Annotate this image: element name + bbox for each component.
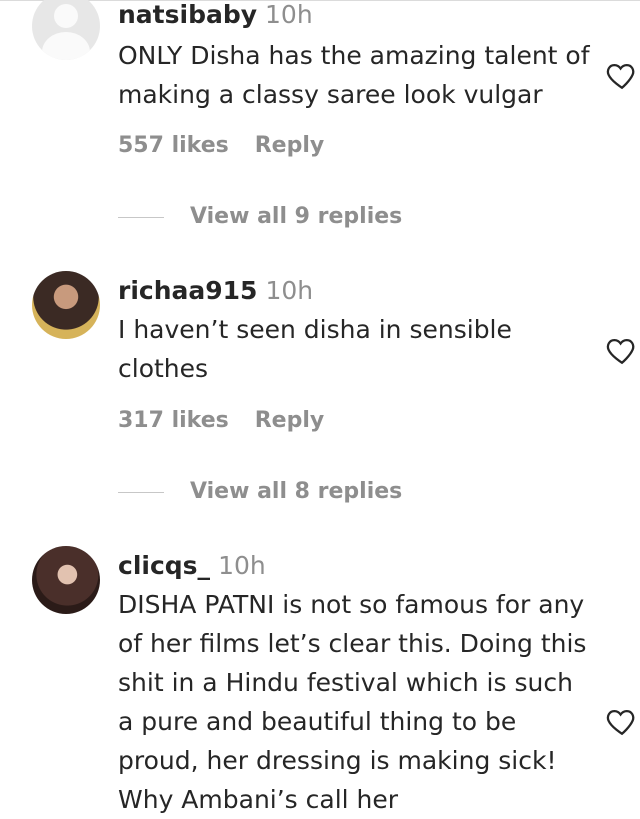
avatar-placeholder-head <box>54 4 78 28</box>
like-heart-icon[interactable] <box>605 704 639 738</box>
username[interactable]: natsibaby <box>118 0 257 29</box>
like-count[interactable]: 317 likes <box>118 407 229 435</box>
comment-header: natsibaby 10h <box>118 0 313 30</box>
replies-dash <box>118 491 164 493</box>
comment-text: DISHA PATNI is not so famous for any of … <box>118 590 587 814</box>
like-count[interactable]: 557 likes <box>118 132 229 160</box>
timestamp: 10h <box>265 0 313 29</box>
like-heart-icon[interactable] <box>605 333 639 367</box>
comment-actions: 557 likes Reply <box>118 132 324 160</box>
comment-text: I haven’t seen disha in sensible clothes <box>118 315 512 383</box>
comment-header: clicqs_ 10h <box>118 551 266 581</box>
view-replies-button[interactable]: View all 8 replies <box>118 479 402 507</box>
reply-button[interactable]: Reply <box>255 407 325 435</box>
reply-button[interactable]: Reply <box>255 132 325 160</box>
username[interactable]: richaa915 <box>118 276 257 305</box>
username[interactable]: clicqs_ <box>118 551 210 580</box>
timestamp: 10h <box>265 276 314 305</box>
view-replies-button[interactable]: View all 9 replies <box>118 204 402 232</box>
avatar-placeholder-body <box>42 32 90 60</box>
like-heart-icon[interactable] <box>605 58 639 92</box>
timestamp: 10h <box>218 551 266 580</box>
avatar[interactable] <box>32 0 100 60</box>
view-replies-label: View all 8 replies <box>190 479 403 504</box>
replies-dash <box>118 216 164 218</box>
comment-actions: 317 likes Reply <box>118 407 324 435</box>
comment-header: richaa915 10h <box>118 276 313 306</box>
avatar[interactable] <box>32 546 100 614</box>
avatar[interactable] <box>32 271 100 339</box>
comment-text: ONLY Disha has the amazing talent of mak… <box>118 41 590 109</box>
top-divider <box>0 0 640 1</box>
view-replies-label: View all 9 replies <box>190 204 403 229</box>
